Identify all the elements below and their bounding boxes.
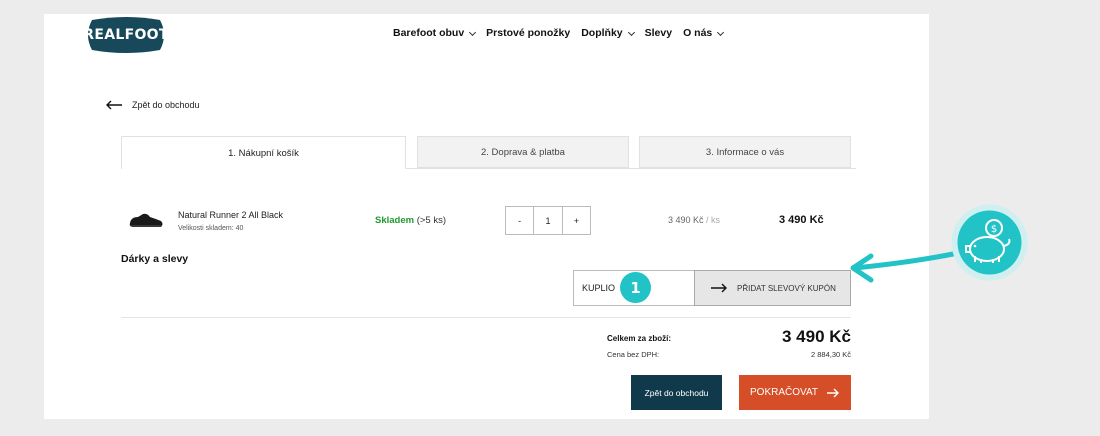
chevron-down-icon: [717, 28, 725, 36]
back-to-shop-link[interactable]: Zpět do obchodu: [105, 100, 200, 110]
back-to-shop-button[interactable]: Zpět do obchodu: [631, 375, 722, 410]
unit-price: 3 490 Kč / ks: [668, 215, 721, 225]
quantity-stepper: - 1 +: [505, 206, 591, 235]
divider: [121, 317, 851, 318]
stock-count: (>5 ks): [416, 215, 447, 226]
tab-shipping[interactable]: 2. Doprava & platba: [417, 136, 629, 168]
cart-page: REALFOOT Barefoot obuv Prstové ponožky D…: [44, 14, 929, 419]
nav-barefoot-obuv[interactable]: Barefoot obuv: [393, 27, 477, 39]
back-link-label: Zpět do obchodu: [132, 100, 200, 110]
piggy-bank-icon: $: [951, 204, 1028, 281]
add-coupon-button[interactable]: PŘIDAT SLEVOVÝ KUPÓN: [694, 270, 851, 306]
product-size: Velikosti skladem: 40: [178, 225, 244, 232]
net-label: Cena bez DPH:: [607, 350, 660, 359]
chevron-down-icon: [469, 28, 477, 36]
sum-value: 3 490 Kč: [782, 327, 851, 346]
continue-button[interactable]: POKRAČOVAT: [739, 375, 851, 410]
item-total: 3 490 Kč: [779, 214, 824, 226]
net-value: 2 884,30 Kč: [810, 350, 851, 359]
product-name[interactable]: Natural Runner 2 All Black: [178, 210, 283, 220]
logo-text: REALFOOT: [83, 27, 169, 43]
sum-label: Celkem za zboží:: [607, 334, 672, 343]
stock-info: Skladem (>5 ks): [375, 215, 446, 226]
qty-decrease-button[interactable]: -: [506, 207, 533, 234]
realfoot-logo[interactable]: REALFOOT: [83, 16, 169, 54]
stock-status: Skladem: [375, 215, 415, 226]
svg-text:$: $: [991, 224, 997, 235]
nav-slevy[interactable]: Slevy: [645, 27, 672, 39]
product-image: [129, 213, 163, 227]
checkout-tabs: 1. Nákupní košík 2. Doprava & platba 3. …: [121, 136, 856, 169]
nav-prstove-ponozky[interactable]: Prstové ponožky: [486, 27, 570, 39]
main-nav: Barefoot obuv Prstové ponožky Doplňky Sl…: [393, 27, 734, 39]
tab-cart[interactable]: 1. Nákupní košík: [121, 136, 406, 169]
discounts-heading: Dárky a slevy: [121, 253, 189, 265]
back-arrow-icon: [106, 100, 122, 110]
nav-o-nas[interactable]: O nás: [683, 27, 725, 39]
step-marker: 1: [620, 272, 651, 303]
tab-info[interactable]: 3. Informace o vás: [639, 136, 851, 168]
arrow-right-icon: [711, 283, 727, 293]
qty-input[interactable]: 1: [533, 207, 563, 234]
nav-doplnky[interactable]: Doplňky: [581, 27, 635, 39]
qty-increase-button[interactable]: +: [563, 207, 590, 234]
chevron-down-icon: [627, 28, 635, 36]
arrow-right-icon: [826, 388, 839, 397]
